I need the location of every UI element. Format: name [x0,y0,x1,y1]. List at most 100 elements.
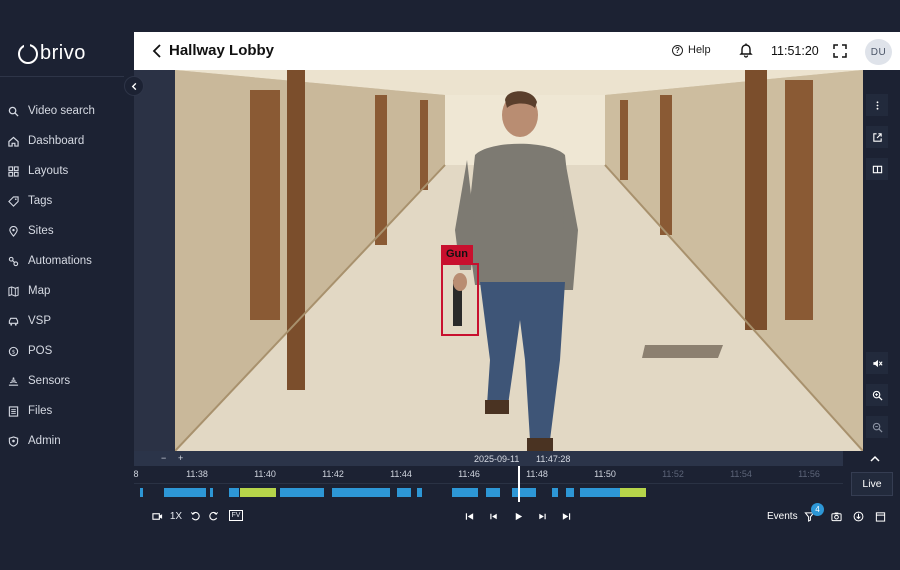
search-icon [8,106,19,117]
camera-icon [151,512,162,520]
recording-segment [512,488,536,497]
timeline-tick-label: 11:56 [798,469,820,479]
hallway-scene-image [175,70,863,451]
camera-switch-button[interactable] [150,509,164,523]
sidebar-item-admin[interactable]: Admin [0,426,134,456]
fullscreen-icon [833,44,847,58]
timeline-right-panel: Live [843,451,900,502]
calendar-button[interactable] [874,509,886,523]
recording-segment [552,488,558,497]
help-button[interactable]: ? Help [672,44,711,56]
split-view-button[interactable] [866,158,888,180]
layout-icon [8,165,19,177]
chevron-up-icon[interactable] [869,454,881,464]
fast-forward-button[interactable] [206,509,220,523]
step-forward-icon [538,513,546,519]
recording-segment [140,488,143,497]
sidebar-item-layouts[interactable]: Layouts [0,156,134,186]
sidebar-nav: Video search Dashboard Layouts Tags Site… [0,96,134,456]
detection-bounding-box [441,263,479,336]
sidebar-item-tags[interactable]: Tags [0,186,134,216]
sidebar-item-label: VSP [28,315,52,327]
recording-segment [229,488,239,497]
home-icon [8,136,19,147]
brivo-logo[interactable]: brivo [18,41,86,65]
step-back-button[interactable] [487,509,499,523]
recording-segment [332,488,390,497]
playback-speed-button[interactable]: 1X [168,509,184,523]
live-button[interactable]: Live [851,472,893,496]
zoom-out-button[interactable] [866,416,888,438]
timeline-scale[interactable]: 8 11:38 11:40 11:42 11:44 11:46 11:48 11:50 11:5… [133,466,843,484]
rewind-button[interactable] [188,509,202,523]
map-icon [8,285,19,297]
playhead[interactable] [518,466,520,502]
admin-shield-icon [8,435,19,447]
skip-start-icon [465,512,473,520]
open-external-button[interactable] [866,126,888,148]
timeline-tick-label: 11:44 [390,469,412,479]
sidebar-item-label: Map [28,285,51,297]
timeline-recording-track[interactable] [134,484,843,502]
sidebar-item-video-search[interactable]: Video search [0,96,134,126]
sensor-icon [8,376,19,387]
page-header: Hallway Lobby ? Help 11:51:20 DU [134,32,900,70]
collapse-sidebar-button[interactable] [124,76,144,96]
sidebar-item-sites[interactable]: Sites [0,216,134,246]
timeline-time: 11:47:28 [536,454,571,464]
zoom-in-button[interactable] [866,384,888,406]
skip-end-icon [562,512,570,520]
chevron-left-icon [152,44,161,58]
back-button[interactable] [150,42,164,60]
video-player[interactable]: Gun [134,70,863,451]
recording-segment-highlight [620,488,646,497]
notifications-button[interactable] [738,42,754,58]
timeline-date: 2025-09-11 [474,454,520,464]
rewind-icon [190,511,200,520]
more-options-button[interactable] [866,94,888,116]
tag-icon [8,195,19,207]
play-button[interactable] [512,509,524,523]
help-icon: ? [672,44,683,56]
camera-feed[interactable]: Gun [175,70,863,451]
sidebar-item-files[interactable]: Files [0,396,134,426]
sidebar: brivo Video search Dashboard Layouts Tag… [0,32,134,532]
fv-button[interactable]: FV [229,510,243,521]
events-label[interactable]: Events [767,511,798,522]
sidebar-item-label: POS [28,345,53,357]
sidebar-item-map[interactable]: Map [0,276,134,306]
step-back-icon [489,513,497,519]
timeline-tick-label: 11:42 [322,469,344,479]
recording-segment [397,488,411,497]
recording-segment-highlight [240,488,276,497]
timeline-zoom-in-button[interactable]: + [178,453,183,463]
step-forward-button[interactable] [536,509,548,523]
zoom-out-icon [872,422,883,433]
sidebar-divider [0,76,124,77]
files-icon [8,405,19,417]
sidebar-item-label: Sites [28,225,54,237]
avatar[interactable]: DU [865,39,892,65]
kebab-menu-icon [876,100,878,110]
split-view-icon [872,165,882,173]
external-link-icon [872,132,882,142]
sidebar-item-sensors[interactable]: Sensors [0,366,134,396]
sidebar-item-automations[interactable]: Automations [0,246,134,276]
sidebar-item-label: Dashboard [28,135,85,147]
snapshot-button[interactable] [830,509,842,523]
recording-segment [566,488,574,497]
timeline-tick-label: 11:52 [662,469,684,479]
mute-button[interactable] [866,352,888,374]
skip-to-end-button[interactable] [560,509,572,523]
fullscreen-button[interactable] [833,44,847,58]
recording-segment [580,488,620,497]
timeline[interactable]: − + 2025-09-11 11:47:28 8 11:38 11:40 11:42… [133,451,900,502]
sidebar-item-dashboard[interactable]: Dashboard [0,126,134,156]
sidebar-item-pos[interactable]: $ POS [0,336,134,366]
skip-to-start-button[interactable] [463,509,475,523]
timeline-zoom-out-button[interactable]: − [161,453,166,463]
timeline-tick-label: 8 [133,469,139,479]
sidebar-item-vsp[interactable]: VSP [0,306,134,336]
download-button[interactable] [852,509,864,523]
camera-snapshot-icon [830,512,842,521]
